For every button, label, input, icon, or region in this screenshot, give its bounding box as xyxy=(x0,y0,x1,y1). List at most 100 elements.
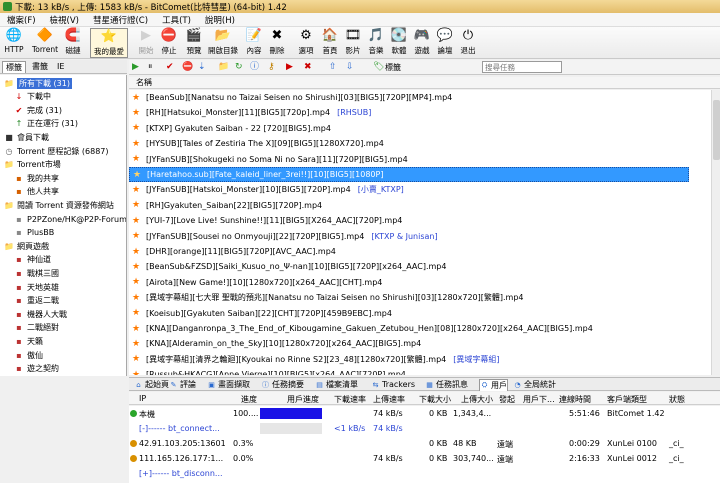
favorites-button[interactable]: ⭐ 我的最愛 xyxy=(90,28,128,58)
peer-column-header[interactable]: 用戶進度 xyxy=(287,394,319,405)
tree-item[interactable]: ▪ P2PZone/HK@P2P-Forum xyxy=(14,213,126,225)
http-button[interactable]: 🌐 HTTP xyxy=(3,28,25,58)
task-row[interactable]: ★ [DHR][orange][11][BIG5][720P][AVC_AAC].… xyxy=(129,244,689,259)
play-icon[interactable]: ▶ xyxy=(286,62,293,73)
tree-item[interactable]: ▪ 天地英雄 xyxy=(14,281,59,293)
task-row[interactable]: ★ [Haretahoo.sub][Fate_kaleid_liner_3rei!… xyxy=(129,167,689,182)
tree-item[interactable]: 📁 閱讀 Torrent 資源發佈網站 xyxy=(4,199,114,211)
start-button[interactable]: ▶ 開始 xyxy=(136,28,156,58)
down-icon[interactable]: ⇩ xyxy=(346,62,354,73)
menu-item-0[interactable]: 檔案(F) xyxy=(0,14,43,26)
menu-item-2[interactable]: 彗星通行證(C) xyxy=(86,14,155,26)
menu-item-1[interactable]: 檢視(V) xyxy=(43,14,86,26)
tree-item[interactable]: ▪ 天籟 xyxy=(14,335,43,347)
task-row[interactable]: ★ [BeanSub][Nanatsu no Taizai Seisen no S… xyxy=(129,90,689,105)
open-folder-button[interactable]: 📂 開啟目錄 xyxy=(207,28,239,58)
search-task-input[interactable] xyxy=(482,61,562,73)
tab-screenshot[interactable]: ▣ 畫面擷取 xyxy=(207,379,250,391)
stop-small-icon[interactable]: ⛔ xyxy=(182,62,193,73)
tree-item[interactable]: ▪ 戰棋三國 xyxy=(14,267,59,279)
preview-button[interactable]: 🎬 預覽 xyxy=(183,28,205,58)
forum-button[interactable]: 💬 論壇 xyxy=(435,28,455,58)
tab-users[interactable]: ⛭ 用戶 xyxy=(479,379,508,391)
tag-label[interactable]: 標籤 xyxy=(385,62,401,73)
tree-item[interactable]: ▪ 傲仙 xyxy=(14,349,43,361)
tab-comment[interactable]: ✎ 評論 xyxy=(169,379,196,391)
tab-file-list[interactable]: ▤ 檔案清單 xyxy=(315,379,358,391)
download-icon[interactable]: ⇣ xyxy=(198,62,206,73)
scrollbar-thumb[interactable] xyxy=(713,100,720,160)
list-header-name[interactable]: 名稱 xyxy=(129,77,720,89)
options-button[interactable]: ⚙ 選項 xyxy=(296,28,316,58)
tree-item[interactable]: ↑ 正在運行 (31) xyxy=(14,118,78,130)
tree-item[interactable]: ▪ 遊之契約 xyxy=(14,363,59,375)
game-button[interactable]: 🎮 遊戲 xyxy=(412,28,432,58)
tree-item[interactable]: ▪ PlusBB xyxy=(14,227,54,239)
tree-item[interactable]: ↓ 下載中 xyxy=(14,91,51,103)
key-icon[interactable]: ⚷ xyxy=(268,62,275,73)
pause-icon[interactable]: ⏸ xyxy=(148,62,153,73)
tree-item[interactable]: ◷ Torrent 歷程記錄 (6887) xyxy=(4,145,109,157)
properties-button[interactable]: 📝 內容 xyxy=(244,28,264,58)
exit-button[interactable]: ⏻ 退出 xyxy=(458,28,478,58)
peer-row[interactable]: 111.165.126.177:1... 0.0% 74 kB/s 0 KB 303,7… xyxy=(129,451,720,465)
tree-item[interactable]: ▪ 機器人大戰 xyxy=(14,308,67,320)
task-row[interactable]: ★ [YUI-7][Love Live! Sunshine!!][11][BIG5… xyxy=(129,213,689,228)
peer-column-header[interactable]: 進度 xyxy=(241,394,257,405)
torrent-button[interactable]: 🔶 Torrent xyxy=(30,28,60,58)
music-button[interactable]: 🎵 音樂 xyxy=(366,28,386,58)
check-icon[interactable]: ✔ xyxy=(166,62,174,73)
tree-item[interactable]: 📁 所有下載 (31) xyxy=(4,77,72,89)
left-tab-0[interactable]: 標籤 xyxy=(2,60,26,73)
task-row[interactable]: ★ [Airota][New Game!][10][1280x720][x264_… xyxy=(129,275,689,290)
peer-row[interactable]: [-]------ bt_connect... <1 kB/s 74 kB/s xyxy=(129,421,720,435)
tab-trackers[interactable]: ⇆ Trackers xyxy=(371,379,415,391)
magnet-button[interactable]: 🧲 磁鏈 xyxy=(62,28,84,58)
task-row[interactable]: ★ [Russub&HKACG][Anne Vierge][10][BIG5][x… xyxy=(129,367,689,375)
task-row[interactable]: ★ [JYFanSUB][Hatskoi_Monster][10][BIG5][7… xyxy=(129,182,689,197)
peer-column-header[interactable]: 連線時間 xyxy=(559,394,591,405)
tab-task-log[interactable]: ▦ 任務訊息 xyxy=(425,379,468,391)
peer-column-header[interactable]: 下載大小 xyxy=(419,394,451,405)
stop-button[interactable]: ⛔ 停止 xyxy=(158,28,180,58)
info-icon[interactable]: ⓘ xyxy=(250,62,259,73)
task-row[interactable]: ★ [異域字幕組][七大罪 聖戰的預兆][Nanatsu no Taizai Se… xyxy=(129,290,689,305)
task-row[interactable]: ★ [JYFanSUB][Sousei no Onmyouji][22][720P… xyxy=(129,229,689,244)
home-button[interactable]: 🏠 首頁 xyxy=(320,28,340,58)
tree-item[interactable]: 📁 網頁遊戲 xyxy=(4,240,49,252)
tree-item[interactable]: ✔ 完成 (31) xyxy=(14,104,62,116)
peer-column-header[interactable]: 上傳速率 xyxy=(373,394,405,405)
tree-item[interactable]: ▪ 二戰絕對 xyxy=(14,322,59,334)
peer-column-header[interactable]: 上傳大小 xyxy=(461,394,493,405)
peer-column-header[interactable]: 下載速率 xyxy=(334,394,366,405)
delete-small-icon[interactable]: ✖ xyxy=(304,62,312,73)
tab-global-stats[interactable]: ◔ 全局統計 xyxy=(513,379,556,391)
software-button[interactable]: 💽 軟體 xyxy=(389,28,409,58)
tag-icon[interactable]: 🏷 xyxy=(373,62,384,73)
tree-item[interactable]: ▪ 神仙道 xyxy=(14,254,51,266)
task-row[interactable]: ★ [RH]Gyakuten_Saiban[22][BIG5][720P].mp4 xyxy=(129,198,689,213)
video-button[interactable]: 🎞 影片 xyxy=(343,28,363,58)
task-row[interactable]: ★ [KTXP] Gyakuten Saiban - 22 [720][BIG5]… xyxy=(129,121,689,136)
task-row[interactable]: ★ [HYSUB][Tales of Zestiria The X][09][BI… xyxy=(129,136,689,151)
task-row[interactable]: ★ [JYFanSUB][Shokugeki no Soma Ni no Sara… xyxy=(129,152,689,167)
left-tab-1[interactable]: 書籤 xyxy=(29,61,51,72)
peer-row[interactable]: 本機 100.... 74 kB/s 0 KB 1,343,4... 5:51:46 Bit… xyxy=(129,406,720,420)
task-row[interactable]: ★ [異域字幕組][清界之輪廻][Kyoukai no Rinne S2][23_… xyxy=(129,352,689,367)
delete-button[interactable]: ✖ 刪除 xyxy=(267,28,287,58)
up-icon[interactable]: ⇧ xyxy=(329,62,337,73)
tree-item[interactable]: ▪ 他人共享 xyxy=(14,186,59,198)
peer-column-header[interactable]: 狀態 xyxy=(669,394,685,405)
menu-item-3[interactable]: 工具(T) xyxy=(155,14,198,26)
peer-column-header[interactable]: 客戶端類型 xyxy=(607,394,647,405)
tree-item[interactable]: ■ 會員下載 xyxy=(4,131,49,143)
peer-row[interactable]: [+]------ bt_disconn... xyxy=(129,466,720,480)
peer-column-header[interactable]: IP xyxy=(139,394,146,403)
folder-icon[interactable]: 📁 xyxy=(218,62,229,73)
refresh-icon[interactable]: ↻ xyxy=(235,62,243,73)
menu-item-4[interactable]: 說明(H) xyxy=(198,14,242,26)
peer-column-header[interactable]: 用戶下... xyxy=(523,394,555,405)
tree-item[interactable]: ▪ 我的共享 xyxy=(14,172,59,184)
tab-summary[interactable]: ⓘ 任務摘要 xyxy=(261,379,304,391)
left-tab-2[interactable]: IE xyxy=(54,62,67,71)
